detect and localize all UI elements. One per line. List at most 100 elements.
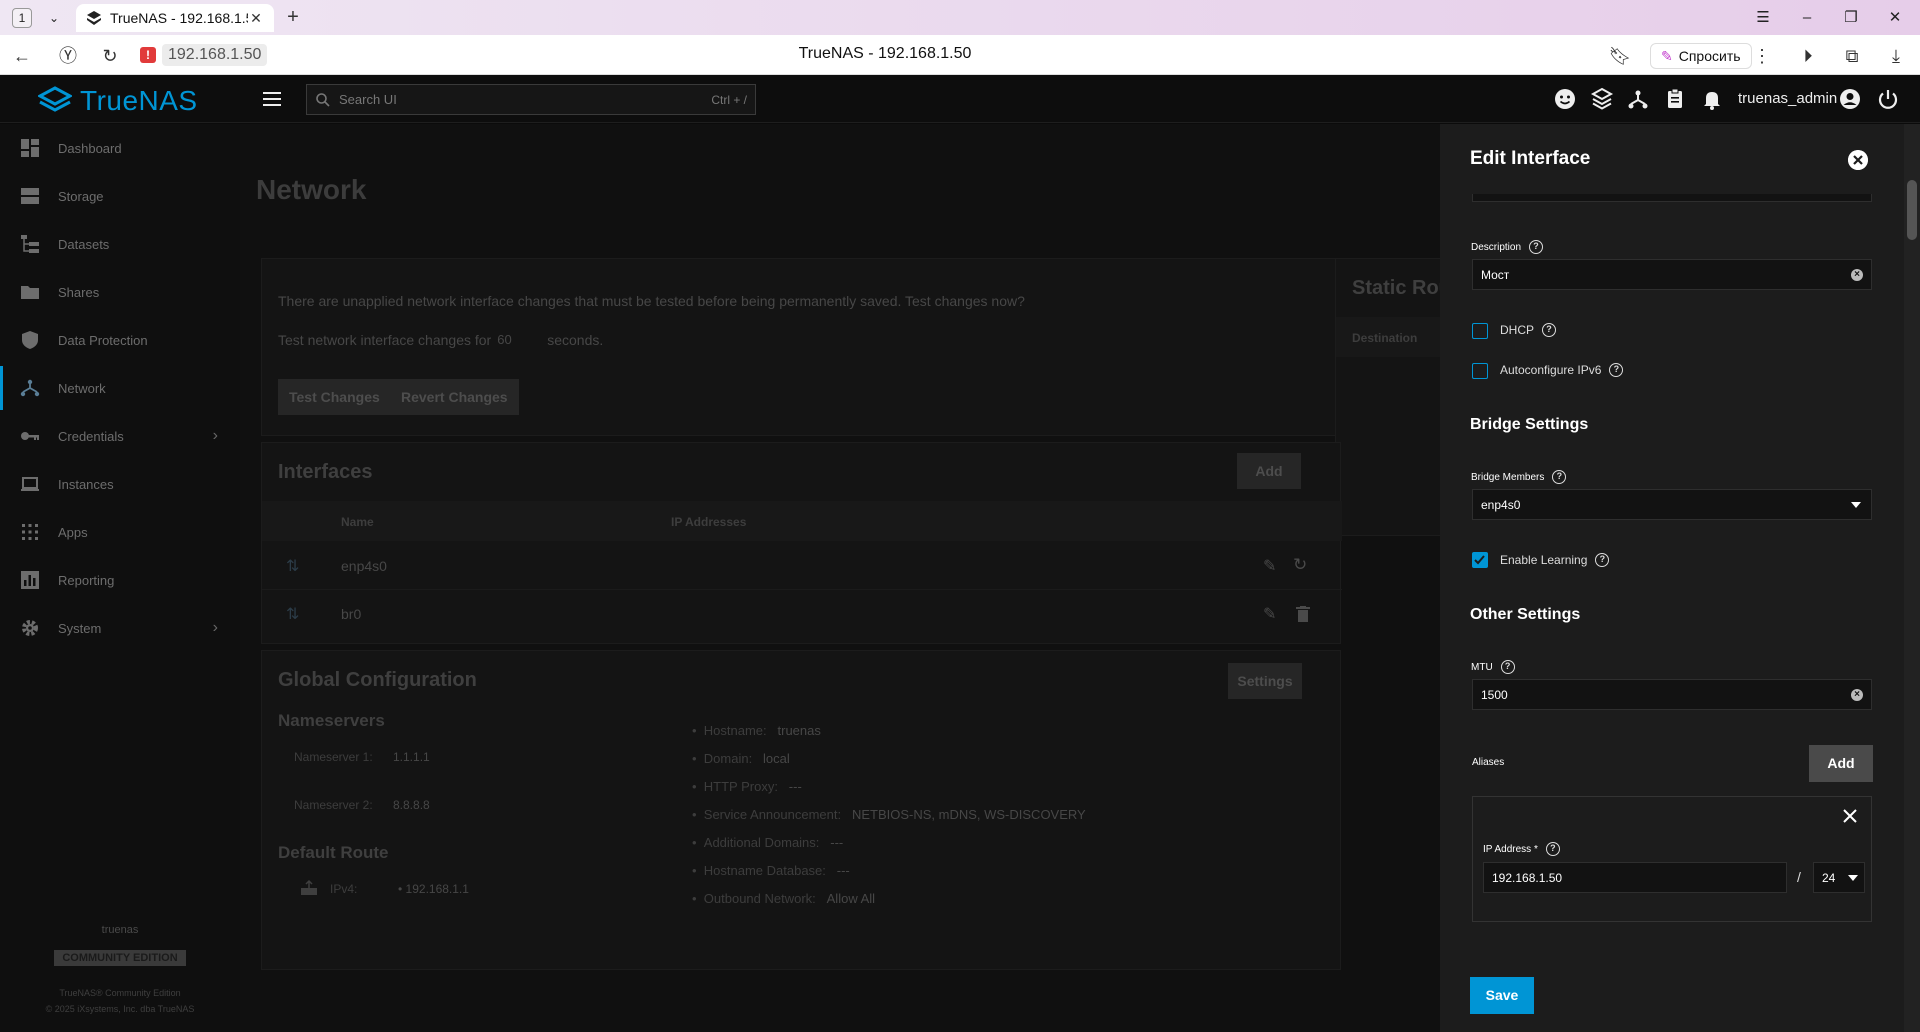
autoconfigure-ipv6-checkbox[interactable]	[1472, 363, 1488, 379]
sidebar-item-storage[interactable]: Storage	[0, 174, 240, 218]
search-input[interactable]	[339, 92, 704, 107]
panel-scrollbar[interactable]	[1904, 124, 1920, 1032]
clear-icon[interactable]: ×	[1851, 269, 1863, 281]
hamburger-menu-icon[interactable]	[260, 87, 284, 111]
downloads-icon[interactable]: ⤓	[1884, 44, 1908, 68]
truenas-header: TrueNAS Ctrl + / truenas_admin	[0, 75, 1920, 123]
help-icon[interactable]: ?	[1545, 842, 1560, 856]
sidebar-item-datasets[interactable]: Datasets	[0, 222, 240, 266]
list-item: • Hostname Database: ---	[692, 863, 850, 878]
settings-button[interactable]: Settings	[1228, 663, 1302, 699]
tab-counter-button[interactable]: 1	[12, 8, 32, 28]
nameservers-title: Nameservers	[278, 711, 385, 730]
restore-icon[interactable]: ❐	[1840, 7, 1862, 29]
netmask-select[interactable]: 24	[1813, 862, 1865, 893]
close-icon[interactable]	[1848, 150, 1868, 170]
enable-learning-label-row: Enable Learning ?	[1500, 553, 1610, 567]
interfaces-table-header	[262, 501, 1342, 541]
sidebar-item-label: Shares	[58, 284, 100, 300]
storage-icon	[21, 188, 39, 204]
ip-address-input[interactable]: 192.168.1.50	[1483, 862, 1787, 893]
sidebar-item-data-protection[interactable]: Data Protection	[0, 318, 240, 362]
sidebar-item-label: Dashboard	[58, 140, 122, 156]
collections-icon[interactable]: ⧉	[1840, 44, 1864, 68]
sidebar-item-label: Datasets	[58, 236, 110, 252]
enable-learning-checkbox[interactable]	[1472, 552, 1488, 568]
bridge-members-select[interactable]: enp4s0	[1472, 489, 1872, 520]
interfaces-card: Interfaces Add Name IP Addresses ⇅ enp4s…	[261, 442, 1342, 644]
power-icon[interactable]	[1876, 87, 1900, 111]
table-row[interactable]: ⇅ br0 ✎	[262, 590, 1342, 638]
new-tab-button[interactable]: +	[282, 7, 304, 29]
test-seconds-input[interactable]: 60	[497, 332, 541, 348]
table-row[interactable]: ⇅ enp4s0 ✎ ↻	[262, 542, 1342, 590]
tab-list-chevron-icon[interactable]: ⌄	[44, 8, 64, 28]
list-item: • HTTP Proxy: ---	[692, 779, 802, 794]
delete-trash-icon[interactable]	[1296, 606, 1310, 622]
sidebar-item-label: Credentials	[58, 428, 124, 444]
sidebar-item-dashboard[interactable]: Dashboard	[0, 126, 240, 170]
test-changes-button[interactable]: Test Changes	[278, 379, 391, 415]
browser-tab-active[interactable]: TrueNAS - 192.168.1.50 ✕	[76, 4, 274, 32]
revert-changes-button[interactable]: Revert Changes	[390, 379, 519, 415]
sidebar-item-system[interactable]: System ›	[0, 606, 240, 650]
notifications-bell-icon[interactable]	[1700, 87, 1724, 111]
ipv4-value-text: 192.168.1.1	[405, 882, 469, 896]
username-label[interactable]: truenas_admin	[1738, 90, 1837, 107]
jobs-clipboard-icon[interactable]	[1663, 87, 1687, 111]
help-icon[interactable]: ?	[1595, 553, 1610, 567]
directory-services-icon[interactable]	[1626, 87, 1650, 111]
bridge-members-value: enp4s0	[1481, 497, 1521, 512]
description-label: Description	[1471, 241, 1522, 253]
alias-entry: IP Address * ? 192.168.1.50 / 24	[1472, 796, 1872, 922]
search-ui-box[interactable]: Ctrl + /	[306, 84, 756, 115]
mtu-field[interactable]: 1500 ×	[1472, 679, 1872, 710]
description-field[interactable]: Мост ×	[1472, 259, 1872, 290]
window-close-icon[interactable]: ✕	[1884, 7, 1906, 29]
sidebar-item-shares[interactable]: Shares	[0, 270, 240, 314]
aliases-label: Aliases	[1472, 757, 1505, 768]
media-icon[interactable]: ⏵	[1796, 44, 1820, 68]
sidebar-item-label: System	[58, 620, 102, 636]
ipv4-value: • 192.168.1.1	[398, 882, 469, 896]
enable-learning-label: Enable Learning	[1500, 553, 1588, 567]
key-icon	[21, 432, 39, 440]
bridge-settings-title: Bridge Settings	[1470, 416, 1589, 433]
help-icon[interactable]: ?	[1542, 323, 1557, 337]
sidebar-item-credentials[interactable]: Credentials ›	[0, 414, 240, 458]
feedback-smiley-icon[interactable]	[1553, 87, 1577, 111]
aliases-add-button[interactable]: Add	[1809, 745, 1873, 782]
panel-scrollbar-thumb[interactable]	[1907, 180, 1917, 240]
help-icon[interactable]: ?	[1500, 660, 1515, 674]
more-menu-icon[interactable]: ⋮	[1750, 44, 1774, 68]
edit-pencil-icon[interactable]: ✎	[1263, 556, 1276, 576]
sidebar-item-reporting[interactable]: Reporting	[0, 558, 240, 602]
truecommand-icon[interactable]	[1590, 87, 1614, 111]
edit-pencil-icon[interactable]: ✎	[1263, 604, 1276, 624]
bookmark-icon[interactable]: 🔖︎	[1608, 44, 1632, 68]
tab-title: TrueNAS - 192.168.1.50	[110, 10, 248, 26]
help-icon[interactable]: ?	[1529, 240, 1544, 254]
ask-button[interactable]: ✎ Спросить	[1650, 43, 1752, 69]
reset-icon[interactable]: ↻	[1293, 555, 1307, 575]
bridge-members-label: Bridge Members	[1471, 471, 1545, 483]
truenas-logo[interactable]: TrueNAS	[38, 85, 198, 117]
list-item: • Outbound Network: Allow All	[692, 891, 876, 906]
minimize-icon[interactable]: –	[1796, 7, 1818, 29]
save-button[interactable]: Save	[1470, 977, 1534, 1014]
sidebar-item-apps[interactable]: Apps	[0, 510, 240, 554]
remove-alias-close-icon[interactable]	[1841, 807, 1859, 825]
account-circle-icon[interactable]	[1838, 87, 1862, 111]
help-icon[interactable]: ?	[1609, 363, 1624, 377]
sidebar-item-instances[interactable]: Instances	[0, 462, 240, 506]
sidebar-item-network[interactable]: Network	[0, 366, 240, 410]
global-configuration-card: Global Configuration Settings Nameserver…	[261, 650, 1341, 970]
clear-icon[interactable]: ×	[1851, 689, 1863, 701]
tab-actions-icon[interactable]: ☰	[1752, 7, 1774, 29]
dhcp-checkbox[interactable]	[1472, 323, 1488, 339]
test-for-label: Test network interface changes for	[278, 332, 492, 348]
tab-close-icon[interactable]: ✕	[248, 10, 264, 27]
chevron-right-icon: ›	[212, 427, 218, 444]
help-icon[interactable]: ?	[1552, 470, 1567, 484]
interfaces-add-button[interactable]: Add	[1237, 453, 1301, 489]
